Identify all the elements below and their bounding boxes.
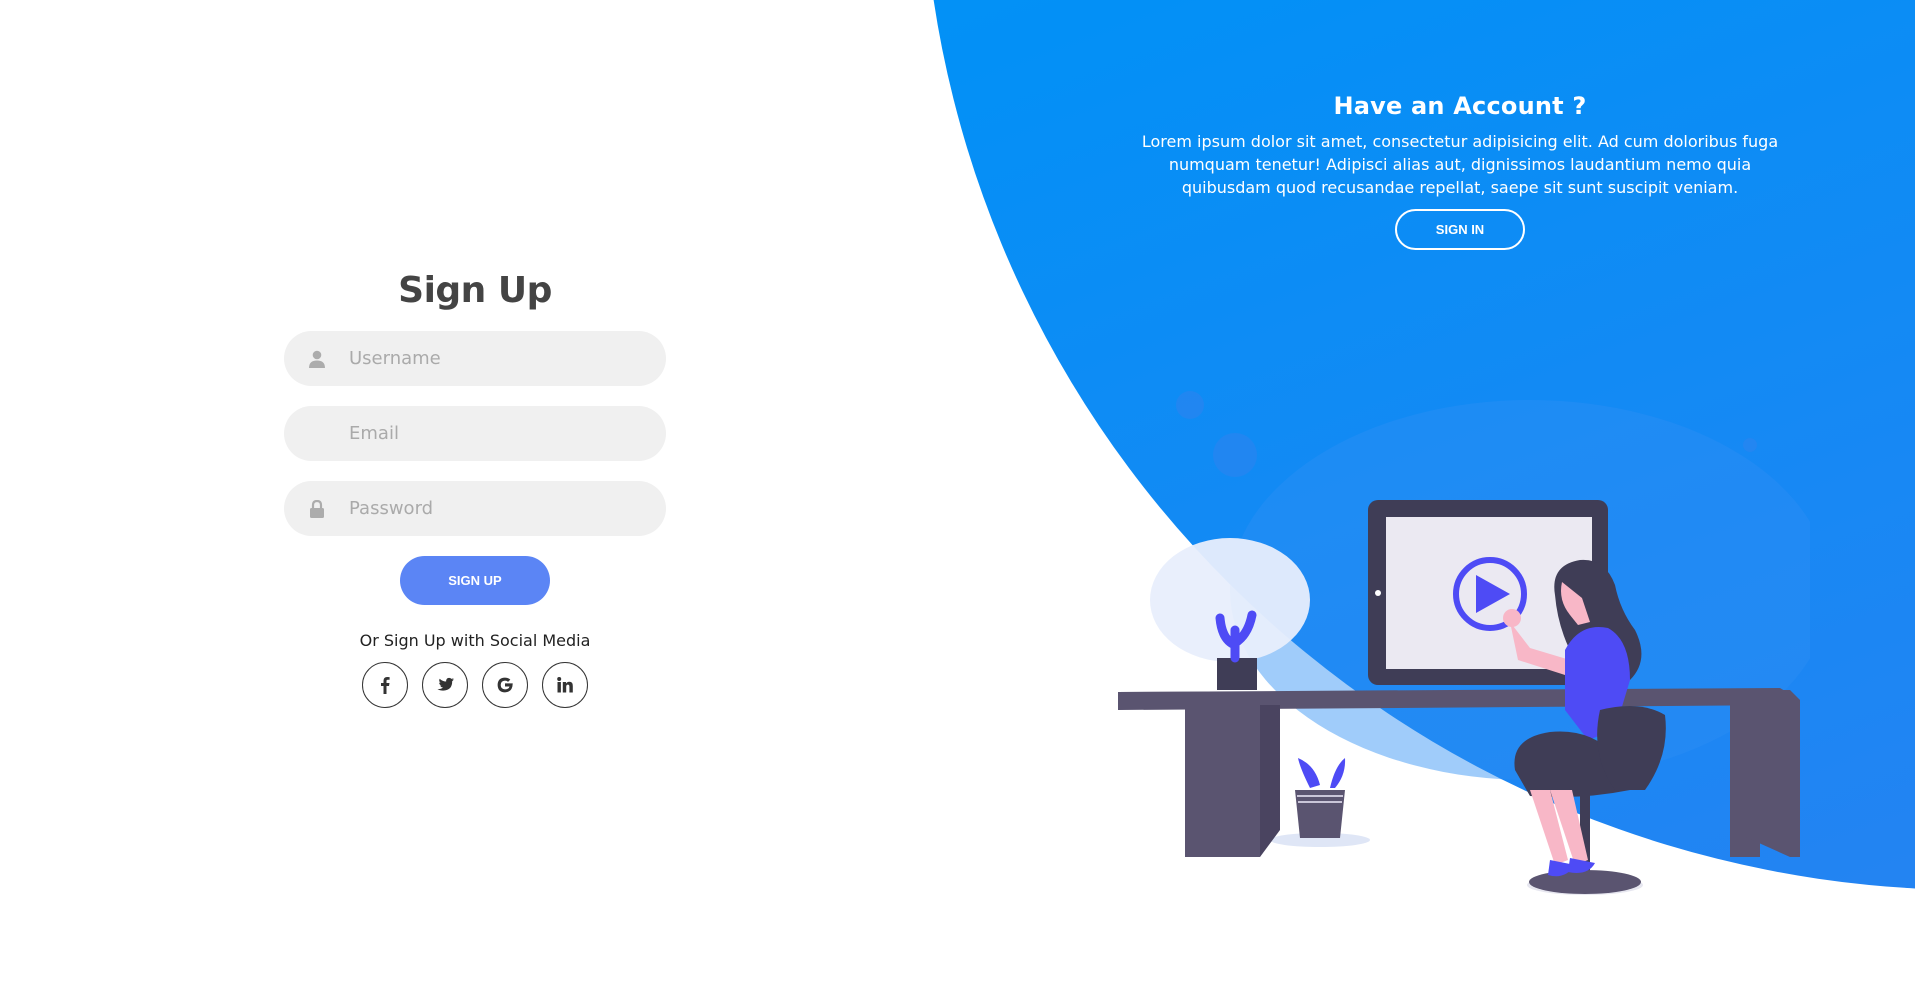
email-input[interactable] xyxy=(349,423,639,444)
panel-description: Lorem ipsum dolor sit amet, consectetur … xyxy=(1141,132,1779,197)
page-title: Sign Up xyxy=(398,270,552,311)
linkedin-icon[interactable] xyxy=(542,662,588,708)
password-field-wrapper[interactable] xyxy=(284,481,666,536)
user-icon xyxy=(284,331,349,386)
twitter-icon[interactable] xyxy=(422,662,468,708)
right-panel-content: Have an Account ? Lorem ipsum dolor sit … xyxy=(1130,92,1790,250)
sign-up-form: Sign Up SIGN UP Or Sign Up with Social M… xyxy=(284,270,666,708)
social-media-links xyxy=(284,662,666,708)
username-field-wrapper[interactable] xyxy=(284,331,666,386)
email-field-wrapper[interactable] xyxy=(284,406,666,461)
sign-up-button[interactable]: SIGN UP xyxy=(400,556,550,605)
panel-heading: Have an Account ? xyxy=(1333,92,1587,120)
sign-in-button[interactable]: SIGN IN xyxy=(1395,209,1525,250)
page: Have an Account ? Lorem ipsum dolor sit … xyxy=(0,0,1915,1000)
google-icon[interactable] xyxy=(482,662,528,708)
envelope-icon xyxy=(284,406,349,461)
facebook-icon[interactable] xyxy=(362,662,408,708)
password-input[interactable] xyxy=(349,498,639,519)
social-text: Or Sign Up with Social Media xyxy=(359,631,591,650)
desk-illustration xyxy=(1118,391,1810,895)
lock-icon xyxy=(284,481,349,536)
username-input[interactable] xyxy=(349,348,639,369)
